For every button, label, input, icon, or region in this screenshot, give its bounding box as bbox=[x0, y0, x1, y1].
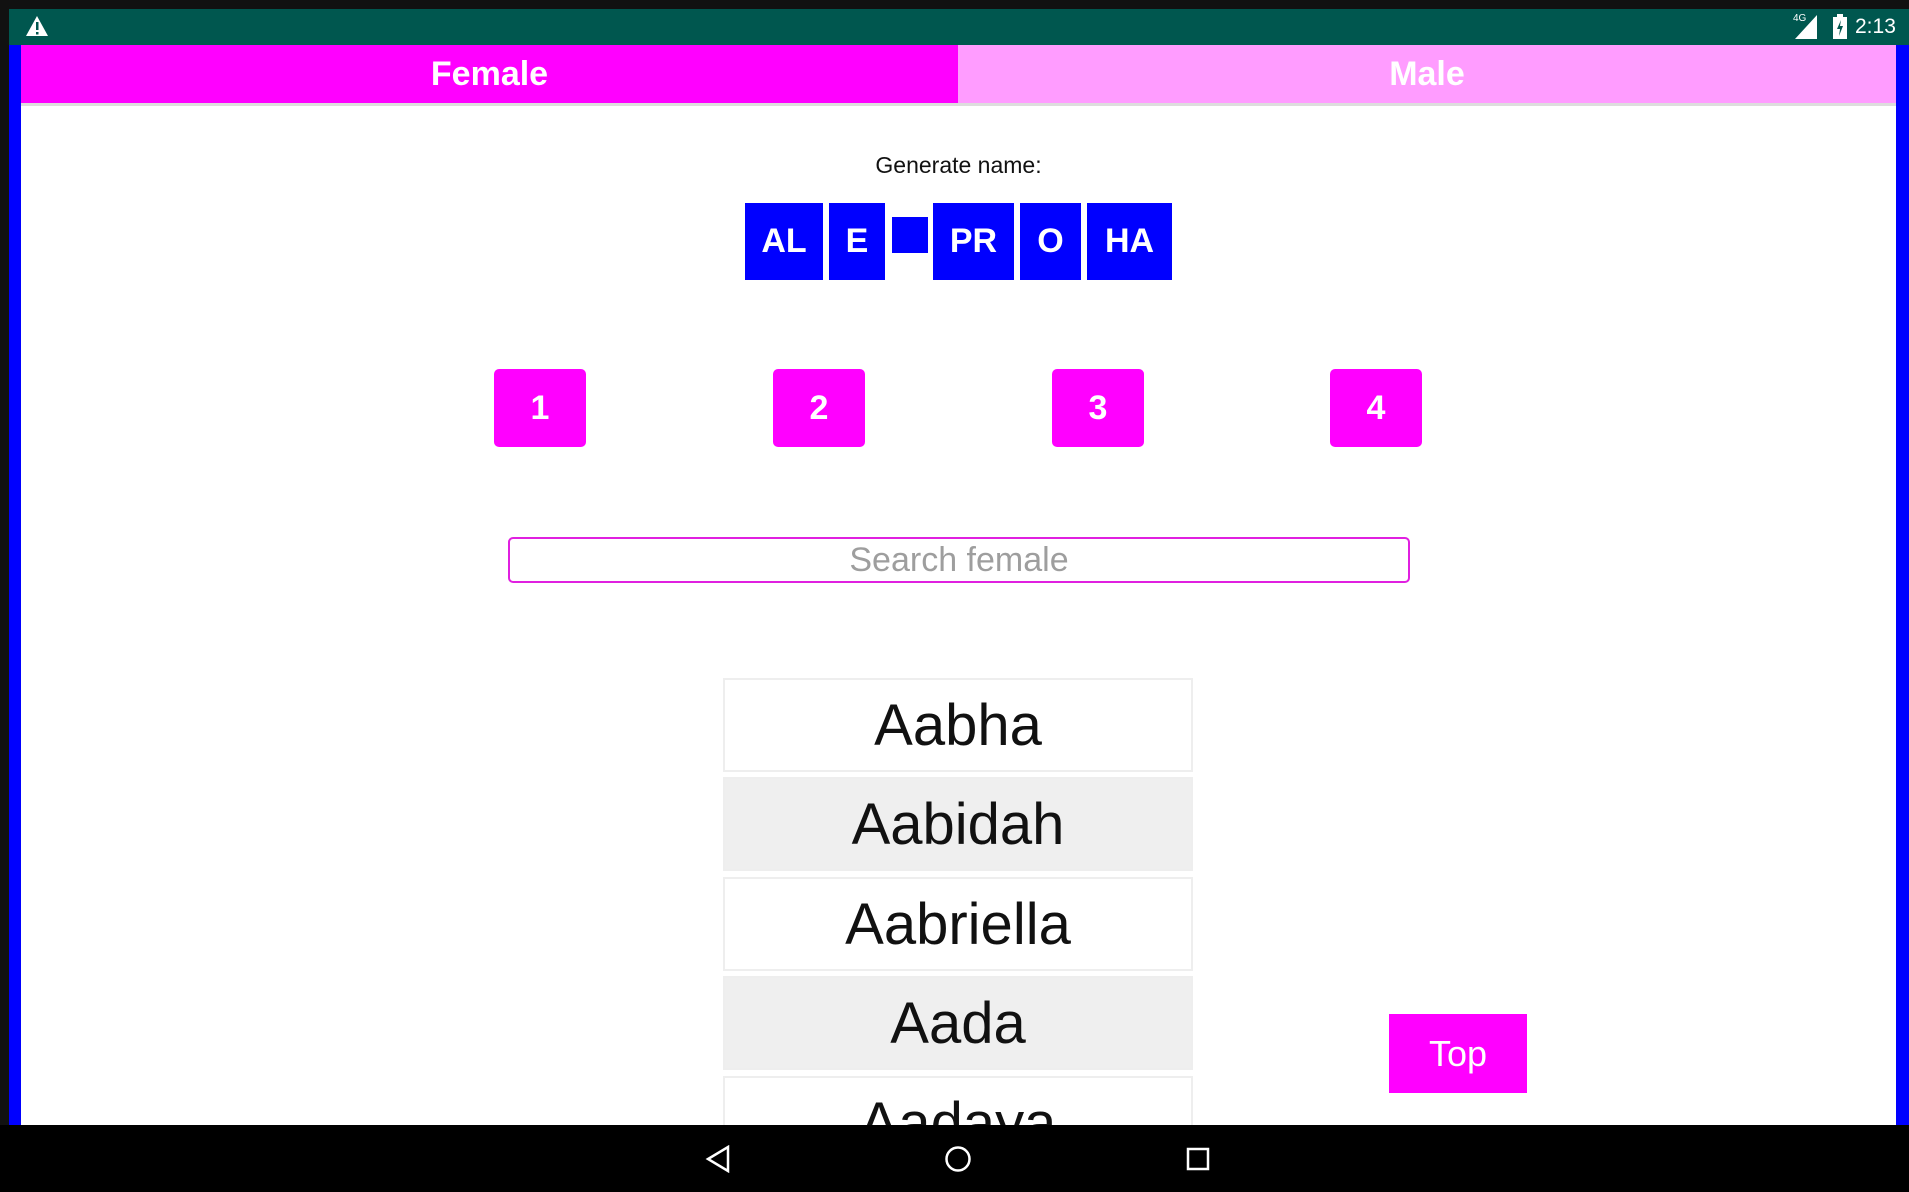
status-bar: 4G 2:13 bbox=[9, 9, 1909, 45]
top-button[interactable]: Top bbox=[1389, 1014, 1527, 1093]
home-icon[interactable] bbox=[944, 1145, 972, 1173]
generate-label: Generate name: bbox=[875, 152, 1042, 178]
syllable-block-empty[interactable] bbox=[892, 217, 928, 253]
syllable-block[interactable]: PR bbox=[933, 203, 1014, 280]
number-button-3[interactable]: 3 bbox=[1052, 369, 1144, 447]
back-icon[interactable] bbox=[705, 1145, 731, 1173]
main-content: Female Male Generate name: AL E PR O HA … bbox=[21, 45, 1896, 1125]
syllable-block[interactable]: O bbox=[1020, 203, 1081, 280]
search-input[interactable] bbox=[508, 537, 1410, 583]
navigation-bar bbox=[0, 1125, 1909, 1192]
signal-icon bbox=[1795, 15, 1817, 39]
syllable-block[interactable]: E bbox=[829, 203, 885, 280]
list-item[interactable]: Aabidah bbox=[723, 777, 1193, 871]
list-item[interactable]: Aada bbox=[723, 976, 1193, 1070]
tab-female[interactable]: Female bbox=[21, 45, 958, 106]
list-item[interactable]: Aabha bbox=[723, 678, 1193, 772]
syllable-block[interactable]: AL bbox=[745, 203, 823, 280]
tab-male[interactable]: Male bbox=[958, 45, 1896, 106]
number-button-1[interactable]: 1 bbox=[494, 369, 586, 447]
battery-icon bbox=[1833, 14, 1847, 39]
clock: 2:13 bbox=[1855, 15, 1896, 38]
warning-icon bbox=[26, 16, 48, 36]
list-item[interactable]: Aabriella bbox=[723, 877, 1193, 971]
recents-icon[interactable] bbox=[1186, 1147, 1210, 1171]
syllable-block[interactable]: HA bbox=[1087, 203, 1172, 280]
number-button-2[interactable]: 2 bbox=[773, 369, 865, 447]
right-border bbox=[1896, 45, 1909, 1125]
list-item[interactable]: Aadaya bbox=[723, 1076, 1193, 1125]
number-button-4[interactable]: 4 bbox=[1330, 369, 1422, 447]
left-border bbox=[9, 45, 21, 1125]
